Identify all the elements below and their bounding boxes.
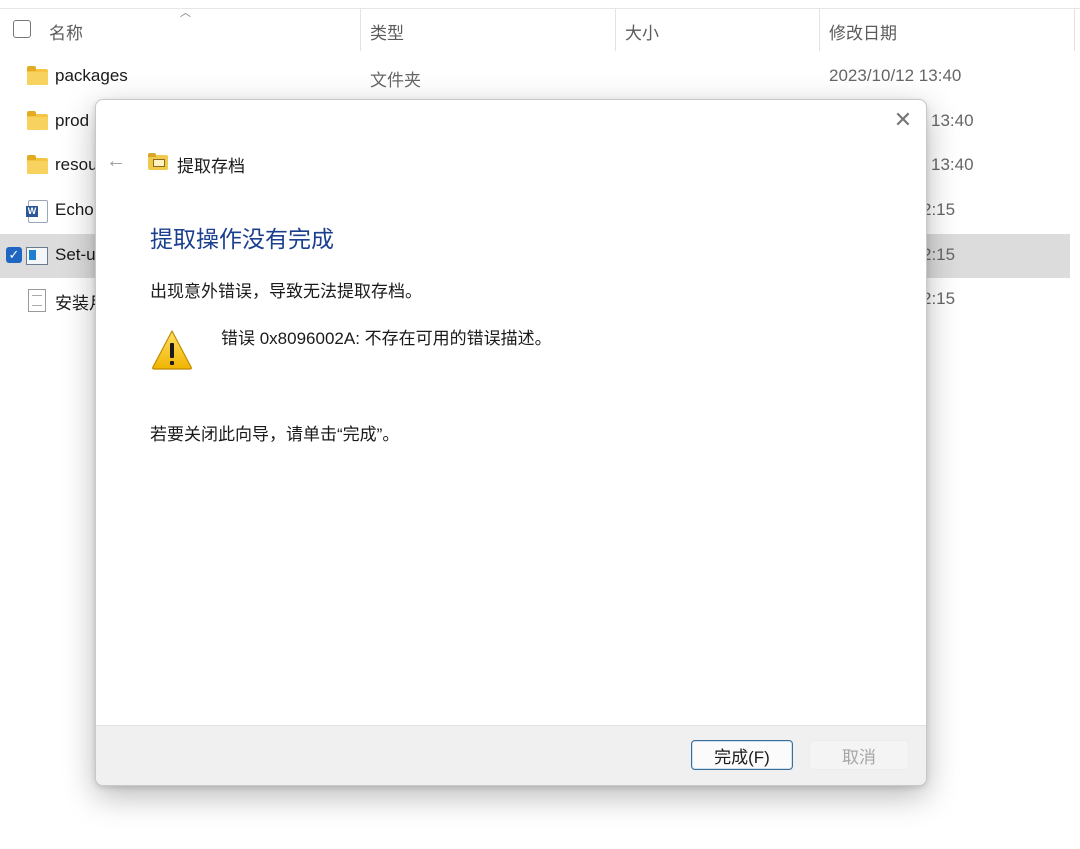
file-name: resou bbox=[55, 155, 98, 174]
file-date: 13:40 bbox=[931, 111, 974, 130]
column-header-name[interactable]: 名称 bbox=[49, 19, 83, 44]
column-header: 名称 类型 大小 修改日期 bbox=[0, 9, 1080, 51]
finish-button[interactable]: 完成(F) bbox=[691, 740, 793, 770]
close-instruction: 若要关闭此向导，请单击“完成”。 bbox=[150, 425, 400, 444]
file-row-packages[interactable]: packages 文件夹 2023/10/12 13:40 bbox=[0, 55, 1070, 99]
checkmark-icon[interactable]: ✓ bbox=[6, 247, 22, 263]
column-divider[interactable] bbox=[360, 9, 361, 51]
close-icon[interactable]: ✕ bbox=[891, 108, 915, 132]
setup-exe-icon bbox=[26, 245, 48, 265]
file-name: prod bbox=[55, 111, 90, 130]
column-header-modified[interactable]: 修改日期 bbox=[829, 19, 897, 44]
select-all-checkbox[interactable] bbox=[13, 20, 31, 38]
warning-icon bbox=[152, 330, 192, 370]
file-name: Set-u bbox=[55, 245, 96, 264]
folder-icon bbox=[26, 155, 48, 175]
file-name: packages bbox=[55, 66, 128, 85]
cancel-button[interactable]: 取消 bbox=[809, 740, 909, 770]
column-divider[interactable] bbox=[819, 9, 820, 51]
dialog-footer: 完成(F) 取消 bbox=[96, 725, 926, 785]
folder-icon bbox=[26, 111, 48, 131]
wizard-title: 提取存档 bbox=[177, 157, 245, 176]
column-divider[interactable] bbox=[1074, 9, 1075, 51]
file-date: 2023/10/12 13:40 bbox=[829, 66, 962, 85]
error-code-message: 错误 0x8096002A: 不存在可用的错误描述。 bbox=[221, 329, 552, 348]
dialog-heading: 提取操作没有完成 bbox=[150, 226, 334, 252]
column-divider[interactable] bbox=[615, 9, 616, 51]
folder-icon bbox=[26, 66, 48, 86]
column-header-type[interactable]: 类型 bbox=[370, 19, 404, 44]
file-date: 13:40 bbox=[931, 155, 974, 174]
text-file-icon bbox=[26, 289, 48, 312]
file-type: 文件夹 bbox=[370, 71, 421, 90]
column-header-size[interactable]: 大小 bbox=[625, 19, 659, 44]
error-description: 出现意外错误，导致无法提取存档。 bbox=[150, 282, 422, 301]
file-name: Echo bbox=[55, 200, 94, 219]
back-arrow-icon[interactable]: ← bbox=[106, 150, 126, 173]
extract-archive-dialog: ✕ ← 提取存档 提取操作没有完成 出现意外错误，导致无法提取存档。 错误 0x… bbox=[95, 99, 927, 786]
word-document-icon: W bbox=[26, 200, 48, 223]
zip-folder-icon bbox=[148, 153, 168, 170]
